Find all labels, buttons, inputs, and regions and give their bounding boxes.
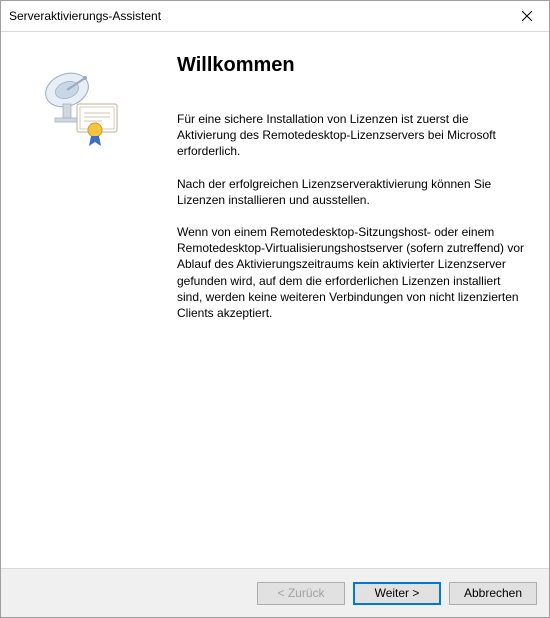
close-icon	[522, 8, 532, 24]
window-title: Serveraktivierungs-Assistent	[9, 9, 161, 23]
intro-paragraph-3: Wenn von einem Remotedesktop-Sitzungshos…	[177, 224, 525, 321]
next-button[interactable]: Weiter >	[353, 582, 441, 605]
wizard-window: Serveraktivierungs-Assistent	[0, 0, 550, 618]
close-button[interactable]	[504, 1, 549, 31]
titlebar: Serveraktivierungs-Assistent	[1, 1, 549, 32]
wizard-icon	[37, 60, 117, 140]
intro-paragraph-1: Für eine sichere Installation von Lizenz…	[177, 111, 525, 160]
button-bar: < Zurück Weiter > Abbrechen	[1, 568, 549, 617]
main-panel: Willkommen Für eine sichere Installation…	[169, 32, 549, 568]
intro-paragraph-2: Nach der erfolgreichen Lizenzserveraktiv…	[177, 176, 525, 208]
cancel-button[interactable]: Abbrechen	[449, 582, 537, 605]
back-button: < Zurück	[257, 582, 345, 605]
page-heading: Willkommen	[177, 54, 525, 77]
content-area: Willkommen Für eine sichere Installation…	[1, 32, 549, 568]
side-panel	[1, 32, 169, 568]
